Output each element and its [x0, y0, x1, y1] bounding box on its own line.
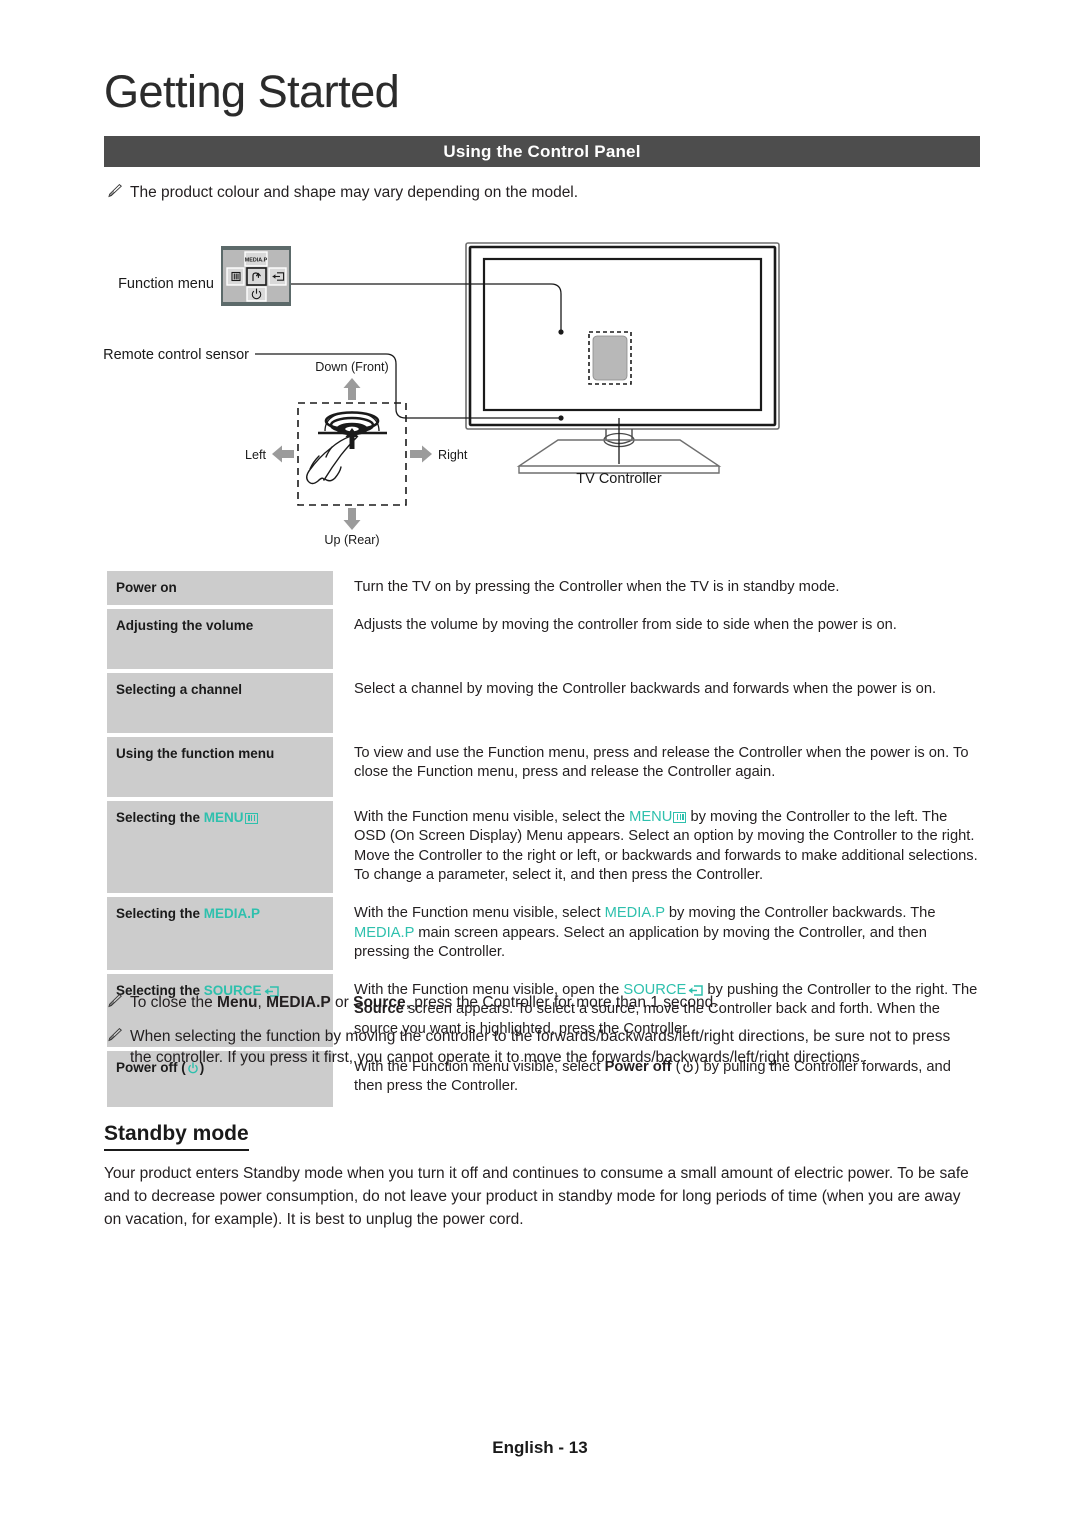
- inline-mediap-label: MEDIA.P: [604, 904, 665, 921]
- row-label: Using the function menu: [107, 736, 333, 797]
- row-description: Turn the TV on by pressing the Controlle…: [333, 571, 978, 605]
- standby-mode-body: Your product enters Standby mode when yo…: [104, 1165, 969, 1228]
- row-description-text: Adjusts the volume by moving the control…: [354, 616, 897, 633]
- row-label-text: Selecting a channel: [116, 681, 243, 697]
- row-label-text: Power on: [116, 580, 177, 595]
- row-label-accent: MENU: [203, 809, 244, 825]
- row-label: Selecting the MEDIA.P: [107, 896, 333, 970]
- row-label-text: Adjusting the volume: [116, 617, 254, 633]
- row-description: Select a channel by moving the Controlle…: [333, 673, 978, 733]
- control-panel-diagram: MEDIA.P Function menu Remote control sen…: [104, 228, 980, 548]
- note-text: The product colour and shape may vary de…: [130, 184, 579, 201]
- pencil-note-icon: [108, 993, 130, 1014]
- row-label: Selecting a channel: [107, 672, 333, 733]
- table-row: Adjusting the volume Adjusts the volume …: [107, 608, 978, 669]
- note-part-3: or: [330, 994, 354, 1011]
- row-label-text: Selecting the: [116, 809, 204, 825]
- row-label-text: Using the function menu: [116, 745, 275, 761]
- function-menu-label: Function menu: [118, 276, 214, 292]
- leader-function-menu: [290, 283, 564, 335]
- menu-bars-icon: [673, 811, 687, 823]
- note-close-menu: To close the Menu, MEDIA.P or Source, pr…: [108, 992, 978, 1014]
- tv-controller-label: TV Controller: [576, 471, 662, 487]
- pencil-note-icon: [108, 183, 130, 204]
- pencil-note-icon: [108, 1027, 130, 1048]
- note-part-1: To close the: [130, 994, 218, 1011]
- row-label: Selecting the MENU: [107, 800, 333, 893]
- row-description-text: With the Function menu visible, select t…: [354, 808, 630, 825]
- table-row: Selecting the MENU With the Function men…: [107, 800, 978, 893]
- row-description-text: Select a channel by moving the Controlle…: [354, 680, 937, 697]
- row-description-text: Turn the TV on by pressing the Controlle…: [354, 579, 840, 595]
- row-description: Adjusts the volume by moving the control…: [333, 609, 978, 669]
- note-part-4: , press the Controller for more than 1 s…: [405, 994, 718, 1011]
- row-label-accent: MEDIA.P: [203, 905, 261, 921]
- direction-arrows: [272, 378, 432, 530]
- note-text: When selecting the function by moving th…: [130, 1028, 951, 1066]
- table-row: Selecting a channel Select a channel by …: [107, 672, 978, 733]
- row-description: To view and use the Function menu, press…: [333, 737, 978, 797]
- remote-sensor-label: Remote control sensor: [104, 347, 249, 363]
- row-description: With the Function menu visible, select M…: [333, 897, 978, 970]
- page-title: Getting Started: [104, 66, 400, 117]
- function-menu-panel: MEDIA.P: [221, 246, 291, 306]
- direction-label-down: Down (Front): [315, 360, 388, 374]
- section-header-bar: Using the Control Panel: [104, 136, 980, 167]
- table-row: Power on Turn the TV on by pressing the …: [107, 571, 978, 605]
- note-product-variation: The product colour and shape may vary de…: [108, 182, 978, 204]
- inline-menu-label: MENU: [629, 808, 673, 825]
- row-description: With the Function menu visible, select t…: [333, 801, 978, 893]
- joystick-direction-diagram: Down (Front) Up (Rear) Left Right: [245, 360, 468, 547]
- remote-sensor-highlight: [588, 331, 632, 385]
- note-part-2: ,: [257, 994, 267, 1011]
- note-bold-source: Source: [353, 994, 406, 1011]
- note-text: To close the Menu, MEDIA.P or Source, pr…: [130, 992, 978, 1013]
- panel-media-p-label: MEDIA.P: [245, 258, 268, 264]
- note-direction-warning: When selecting the function by moving th…: [108, 1026, 968, 1068]
- table-row: Using the function menu To view and use …: [107, 736, 978, 797]
- direction-label-right: Right: [438, 448, 468, 462]
- row-description-text-end: main screen appears. Select an applicati…: [354, 924, 927, 961]
- table-row: Selecting the MEDIA.P With the Function …: [107, 896, 978, 970]
- row-description-text-cont: by moving the Controller backwards. The: [664, 904, 936, 921]
- note-bold-menu: Menu: [217, 994, 258, 1011]
- direction-label-left: Left: [245, 448, 267, 462]
- row-label: Adjusting the volume: [107, 608, 333, 669]
- standby-mode-heading: Standby mode: [104, 1122, 249, 1151]
- page-footer: English - 13: [492, 1438, 588, 1457]
- row-description-text: To view and use the Function menu, press…: [354, 744, 969, 781]
- menu-bars-icon: [244, 812, 258, 824]
- row-label-text: Selecting the: [116, 905, 204, 921]
- inline-mediap-label-2: MEDIA.P: [354, 924, 415, 941]
- manual-page: Getting Started Using the Control Panel …: [0, 0, 1080, 1519]
- row-label: Power on: [107, 571, 333, 605]
- section-header-label: Using the Control Panel: [443, 141, 641, 161]
- row-description-text: With the Function menu visible, select: [354, 904, 605, 921]
- direction-label-up: Up (Rear): [324, 533, 379, 547]
- note-bold-mediap: MEDIA.P: [266, 994, 331, 1011]
